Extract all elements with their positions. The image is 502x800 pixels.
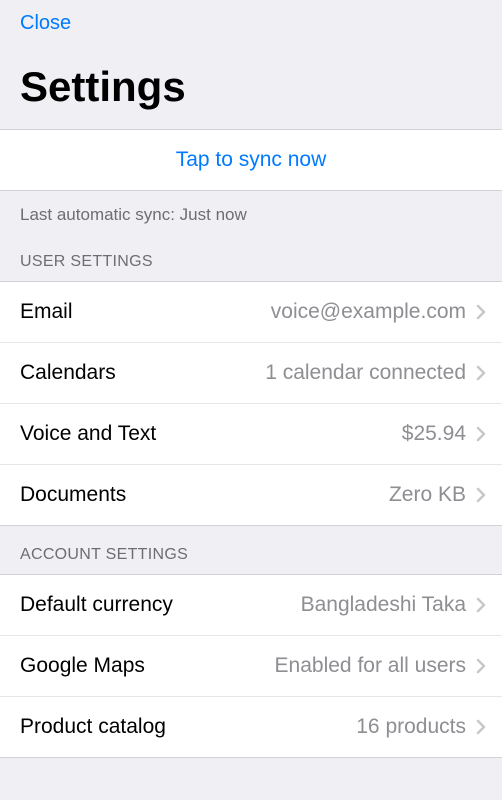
item-value: voice@example.com [73,300,476,324]
header-bar: Close [0,0,502,41]
chevron-right-icon [476,719,486,735]
item-value: 1 calendar connected [116,361,476,385]
item-value: Bangladeshi Taka [173,593,476,617]
page-title: Settings [0,41,502,129]
item-label: Google Maps [20,654,145,678]
item-label: Email [20,300,73,324]
item-label: Voice and Text [20,422,156,446]
list-item-voice-text[interactable]: Voice and Text $25.94 [0,404,502,465]
list-item-email[interactable]: Email voice@example.com [0,282,502,343]
list-item-google-maps[interactable]: Google Maps Enabled for all users [0,636,502,697]
chevron-right-icon [476,487,486,503]
chevron-right-icon [476,597,486,613]
item-value: 16 products [166,715,476,739]
item-value: Enabled for all users [145,654,476,678]
item-label: Default currency [20,593,173,617]
item-value: Zero KB [126,483,476,507]
section-header-user: USER SETTINGS [0,233,502,281]
chevron-right-icon [476,365,486,381]
list-item-product-catalog[interactable]: Product catalog 16 products [0,697,502,757]
close-button[interactable]: Close [20,12,71,34]
section-header-account: ACCOUNT SETTINGS [0,526,502,574]
item-label: Product catalog [20,715,166,739]
sync-now-button[interactable]: Tap to sync now [0,129,502,191]
item-label: Documents [20,483,126,507]
last-sync-status: Last automatic sync: Just now [0,191,502,233]
list-item-documents[interactable]: Documents Zero KB [0,465,502,525]
item-value: $25.94 [156,422,476,446]
chevron-right-icon [476,658,486,674]
list-item-calendars[interactable]: Calendars 1 calendar connected [0,343,502,404]
chevron-right-icon [476,304,486,320]
chevron-right-icon [476,426,486,442]
item-label: Calendars [20,361,116,385]
list-item-default-currency[interactable]: Default currency Bangladeshi Taka [0,575,502,636]
account-settings-list: Default currency Bangladeshi Taka Google… [0,574,502,758]
user-settings-list: Email voice@example.com Calendars 1 cale… [0,281,502,526]
sync-now-label: Tap to sync now [176,148,327,171]
